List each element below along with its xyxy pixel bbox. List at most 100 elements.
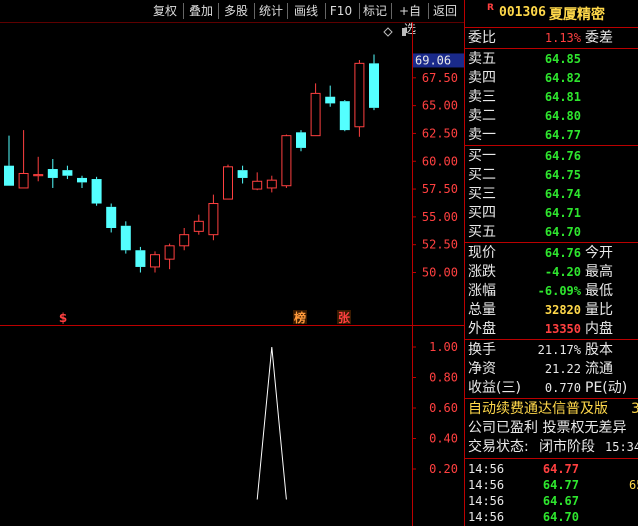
fund-label-2: 股本 (585, 342, 613, 358)
stat-value: 13350 (544, 322, 581, 336)
stat-label: 涨幅 (468, 283, 496, 299)
tick-price: 64.77 (542, 462, 579, 476)
price-tick-label: 52.50 (422, 238, 458, 252)
fund-label: 收益(三) (468, 380, 521, 396)
tick-time: 14:56 (468, 478, 505, 492)
tick-row: 14:56 64.70 (465, 509, 638, 525)
bid-row: 买四 64.71 (465, 204, 638, 223)
stat-label-2: 最低 (585, 283, 613, 299)
candle-body (47, 169, 58, 178)
ask-label: 卖一 (468, 127, 496, 143)
tick-price: 64.67 (542, 494, 579, 508)
price-tick-label: 50.00 (422, 266, 458, 280)
status-row: 交易状态: 闭市阶段 15:34 (465, 438, 638, 457)
price-tick-label: 65.00 (422, 99, 458, 113)
toolbar-button-0[interactable]: 复权 (148, 2, 182, 20)
bid-row: 买一 64.76 (465, 147, 638, 166)
price-tick-label: 57.50 (422, 182, 458, 196)
tick-row: 14:56 64.77 65 (465, 477, 638, 493)
bid-label: 买二 (468, 167, 496, 183)
fund-value: 21.22 (544, 362, 581, 376)
bid-row: 买三 64.74 (465, 185, 638, 204)
toolbar-button-3[interactable]: 统计 (256, 2, 286, 20)
current-price-label: 69.06 (415, 53, 451, 67)
stat-label-2: 量比 (585, 302, 613, 318)
divider (465, 339, 638, 340)
bid-price: 64.74 (544, 187, 581, 201)
stat-value: -4.20 (544, 265, 581, 279)
ask-row: 卖二 64.80 (465, 107, 638, 126)
candle-body (252, 180, 263, 190)
candle-body (77, 177, 87, 183)
candle-body (91, 179, 102, 204)
ask-label: 卖三 (468, 89, 496, 105)
candle-body (237, 170, 248, 178)
info-text: 公司已盈利 投票权无差异 (468, 420, 627, 436)
bid-price: 64.75 (544, 168, 581, 182)
fund-label: 换手 (468, 342, 496, 358)
stat-value: 64.76 (544, 246, 581, 260)
indicator-tick-label: 1.00 (429, 340, 458, 354)
stock-name: 夏厦精密 (549, 7, 605, 23)
stat-row: 外盘 13350 内盘 (465, 320, 638, 339)
toolbar-button-5[interactable]: F10 (327, 2, 355, 20)
weibi-label: 委比 (468, 30, 496, 46)
indicator-tick-label: 0.20 (429, 462, 458, 476)
indicator-tick-label: 0.40 (429, 432, 458, 446)
candle-body (120, 225, 131, 251)
fund-value: 0.770 (544, 381, 581, 395)
weibi-value: 1.13% (544, 31, 581, 45)
candle-body (164, 245, 175, 260)
candle-body (266, 179, 277, 189)
fund-row: 换手 21.17% 股本 (465, 341, 638, 360)
r-badge: R (487, 3, 494, 13)
bid-label: 买三 (468, 186, 496, 202)
candle-body (150, 254, 160, 268)
divider (465, 398, 638, 399)
fund-value: 21.17% (537, 343, 581, 357)
toolbar-button-1[interactable]: 叠加 (185, 2, 217, 20)
diamond-icon (383, 27, 393, 37)
toolbar-button-2[interactable]: 多股 (220, 2, 252, 20)
ad-banner[interactable]: 自动续费通达信普及版 3 (465, 400, 638, 419)
toolbar-separator (218, 3, 219, 19)
toolbar-button-4[interactable]: 画线 (289, 2, 323, 20)
bid-label: 买四 (468, 205, 496, 221)
toolbar-button-8[interactable]: 返回 (430, 2, 460, 20)
ask-row: 卖一 64.77 (465, 126, 638, 145)
toolbar-separator (428, 3, 429, 19)
chart-toolbar: 复权 叠加 多股 统计 画线 F10 标记 +自选 返回 (0, 0, 464, 36)
kline-chart[interactable]: 67.50 65.00 62.50 60.00 57.50 55.00 52.50 50.00… (0, 22, 464, 526)
toolbar-separator (183, 3, 184, 19)
ask-label: 卖四 (468, 70, 496, 86)
bid-row: 买二 64.75 (465, 166, 638, 185)
divider (465, 27, 638, 28)
info-row: 公司已盈利 投票权无差异 (465, 419, 638, 438)
fund-label-2: PE(动) (585, 380, 628, 396)
toolbar-separator (325, 3, 326, 19)
candle-body (179, 234, 190, 247)
stock-code: 001306 (499, 5, 546, 20)
candle-body (296, 132, 306, 148)
candle-body (4, 165, 14, 186)
candle-body (135, 250, 146, 267)
candle-body (310, 92, 321, 137)
tick-row: 14:56 64.67 (465, 493, 638, 509)
ad-text[interactable]: 自动续费通达信普及版 (468, 400, 608, 419)
chart-marker: 榜 (294, 310, 306, 325)
ask-price: 64.82 (544, 71, 581, 85)
toolbar-separator (359, 3, 360, 19)
toolbar-button-7[interactable]: +自选 (393, 2, 427, 36)
candle-body (106, 206, 117, 228)
ask-price: 64.80 (544, 109, 581, 123)
pin-icon (402, 28, 406, 36)
candle-body (281, 135, 292, 187)
divider (465, 145, 638, 146)
tick-time: 14:56 (468, 510, 505, 524)
status-value: 闭市阶段 (539, 439, 595, 455)
ask-row: 卖四 64.82 (465, 69, 638, 88)
candle-body (33, 174, 44, 177)
stat-row: 涨幅 -6.09% 最低 (465, 282, 638, 301)
toolbar-button-6[interactable]: 标记 (361, 2, 389, 20)
quote-panel: R 001306 夏厦精密 委比 1.13% 委差 卖五 64.85 卖四 64.82… (464, 0, 638, 526)
